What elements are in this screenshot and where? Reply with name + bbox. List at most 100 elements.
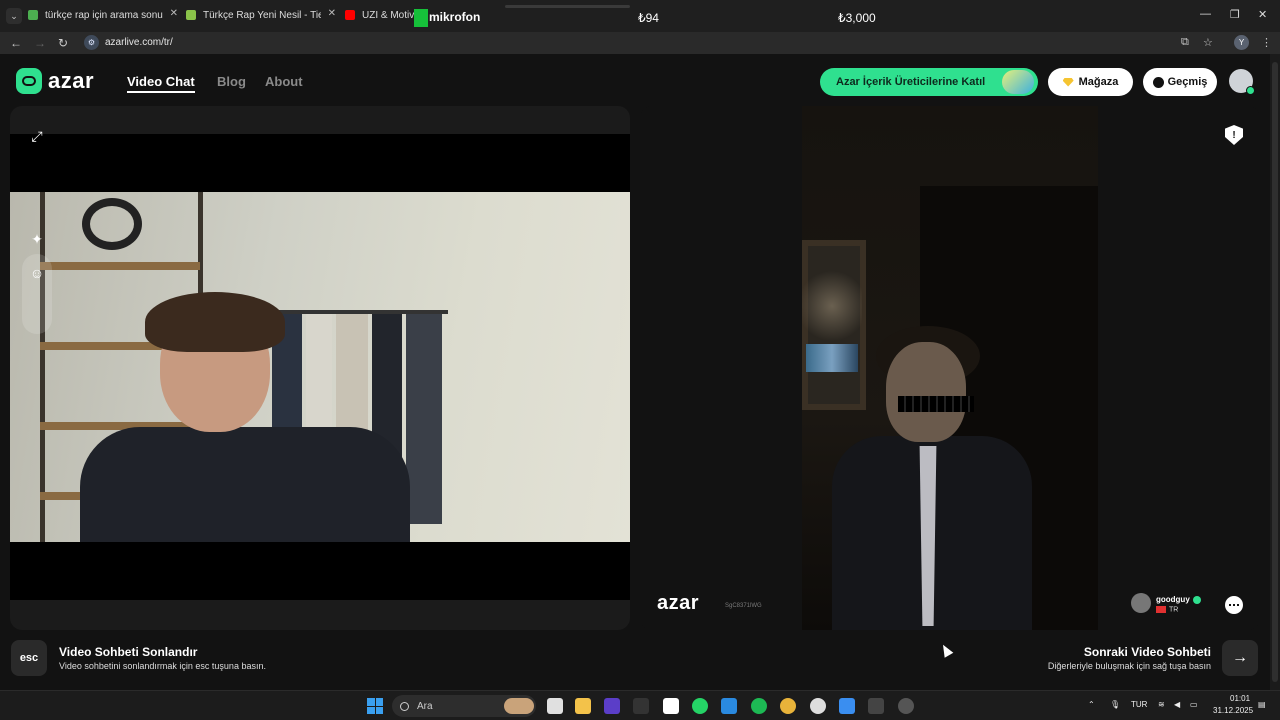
vscode-icon[interactable] (721, 698, 737, 714)
tab-favicon-icon (186, 10, 196, 20)
language-indicator[interactable]: TUR (1131, 700, 1147, 709)
active-tab-indicator (505, 5, 630, 8)
install-app-icon[interactable]: ⧉ (1181, 36, 1189, 49)
taskbar-date[interactable]: 31.12.2025 (1213, 706, 1253, 715)
mic-indicator-icon (414, 9, 428, 27)
chat-bubble-icon[interactable] (1225, 596, 1243, 614)
end-chat-title: Video Sohbeti Sonlandır (59, 645, 198, 659)
history-button[interactable]: Geçmiş (1143, 68, 1217, 96)
nav-blog[interactable]: Blog (217, 74, 246, 89)
browser-tab-1[interactable]: türkçe rap için arama sonuçları ✕ (28, 4, 178, 26)
app-purple-icon[interactable] (604, 698, 620, 714)
apple-tv-icon[interactable] (633, 698, 649, 714)
history-label: Geçmiş (1167, 76, 1208, 88)
browser-tab-bar: ⌄ türkçe rap için arama sonuçları ✕ Türk… (0, 0, 1280, 32)
tab-title: UZI & Motive (362, 9, 420, 21)
store-label: Mağaza (1078, 76, 1119, 88)
chatgpt-icon[interactable] (810, 698, 826, 714)
user-avatar[interactable] (1229, 69, 1255, 95)
spotify-icon[interactable] (751, 698, 767, 714)
nav-about[interactable]: About (265, 74, 303, 89)
chrome-icon[interactable] (780, 698, 796, 714)
close-window-icon[interactable]: ✕ (1258, 8, 1267, 21)
app-settings-icon[interactable] (898, 698, 914, 714)
online-badge (1246, 86, 1255, 95)
monitor-glow (806, 344, 858, 372)
next-chat-description: Diğerleriyle buluşmak için sağ tuşa bası… (1047, 661, 1211, 671)
maximize-icon[interactable]: ❐ (1230, 8, 1240, 21)
mouse-cursor-icon (938, 642, 954, 658)
tab-title: türkçe rap için arama sonuçları (45, 9, 163, 21)
letterbox-top (10, 134, 630, 192)
remote-watermark-logo: azar (657, 592, 700, 614)
todo-check-icon[interactable] (839, 698, 855, 714)
page-scrollbar[interactable] (1270, 54, 1280, 690)
peer-country: TR (1156, 606, 1178, 613)
forward-icon[interactable]: → (34, 36, 46, 50)
mic-label-text: mikrofon (429, 10, 481, 25)
back-icon[interactable]: ← (10, 36, 22, 50)
browser-tab-2[interactable]: Türkçe Rap Yeni Nesil - Tier List ✕ (186, 4, 336, 26)
azar-page: azar Video Chat Blog About Azar İçerik Ü… (0, 54, 1270, 690)
local-video-panel: ⤢ ✦ ☺ (10, 106, 630, 630)
gem-icon (1062, 77, 1074, 87)
task-view-icon[interactable] (547, 698, 563, 714)
peer-avatar[interactable] (1131, 593, 1151, 613)
next-chat-arrow-button[interactable]: → (1222, 640, 1258, 676)
notification-icon[interactable]: ▤ (1258, 700, 1266, 709)
stream-value-left: ₺94 (638, 11, 659, 25)
letterbox-bottom (10, 542, 630, 600)
tab-favicon-icon (28, 10, 38, 20)
file-explorer-icon[interactable] (575, 698, 591, 714)
expand-icon[interactable]: ⤢ (22, 121, 52, 151)
site-info-icon[interactable]: ⚙ (84, 35, 99, 50)
store-button[interactable]: Mağaza (1048, 68, 1133, 96)
tab-close-icon[interactable]: ✕ (328, 8, 336, 19)
wifi-icon[interactable]: ≋ (1158, 700, 1165, 709)
volume-icon[interactable]: ◀ (1174, 700, 1180, 709)
azar-logo[interactable]: azar (16, 68, 94, 94)
tray-chevron-icon[interactable]: ⌃ (1088, 700, 1095, 709)
verified-badge-icon (1192, 595, 1201, 604)
bookmark-star-icon[interactable]: ☆ (1203, 36, 1213, 49)
windows-taskbar: Ara ⌃ 🎙 TUR ≋ ◀ ▭ 01:01 31.12.2025 ▤ (0, 690, 1280, 720)
browser-tab-3[interactable]: UZI & Motive (345, 4, 425, 26)
nav-video-chat[interactable]: Video Chat (127, 74, 195, 93)
remote-person-head (886, 342, 966, 442)
taskbar-search-placeholder: Ara (417, 700, 433, 712)
turkey-flag-icon (1156, 606, 1166, 613)
browser-menu-icon[interactable]: ⋮ (1261, 36, 1272, 49)
windows-start-icon[interactable] (367, 698, 383, 714)
tab-search-icon[interactable]: ⌄ (6, 8, 22, 24)
battery-icon[interactable]: ▭ (1190, 700, 1198, 709)
azar-logo-icon (16, 68, 42, 94)
next-chat-title: Sonraki Video Sohbeti (1083, 645, 1211, 659)
reload-icon[interactable]: ↻ (58, 36, 68, 50)
end-chat-button[interactable]: esc (11, 640, 47, 676)
widgets-food-icon[interactable] (504, 698, 534, 714)
local-camera-feed (10, 192, 630, 542)
local-person-hair (145, 292, 285, 352)
peer-name-text: goodguy (1156, 595, 1190, 604)
clock-icon (1152, 76, 1164, 88)
stream-value-right: ₺3,000 (838, 11, 876, 25)
browser-profile-avatar[interactable]: Y (1234, 35, 1249, 50)
microphone-icon[interactable]: 🎙 (1110, 700, 1120, 709)
app-box-icon[interactable] (868, 698, 884, 714)
url-field[interactable]: azarlive.com/tr/ (105, 37, 173, 48)
session-id: SgC8371lWG (725, 603, 762, 609)
tab-close-icon[interactable]: ✕ (170, 8, 178, 19)
taskbar-time[interactable]: 01:01 (1230, 694, 1250, 703)
sparkle-effects-icon[interactable]: ✦ (22, 224, 52, 254)
remote-camera-feed (802, 106, 1098, 630)
peer-name[interactable]: goodguy (1156, 595, 1201, 604)
whatsapp-icon[interactable] (692, 698, 708, 714)
notion-icon[interactable] (663, 698, 679, 714)
join-creators-button[interactable]: Azar İçerik Üreticilerine Katıl (820, 68, 1038, 96)
report-shield-icon[interactable]: ! (1225, 125, 1243, 145)
address-bar: ← → ↻ ⚙ azarlive.com/tr/ ⧉ ☆ Y ⋮ (0, 32, 1280, 54)
face-filter-icon[interactable]: ☺ (22, 258, 52, 288)
tab-title: Türkçe Rap Yeni Nesil - Tier List (203, 9, 321, 21)
end-chat-description: Video sohbetini sonlandırmak için esc tu… (59, 661, 266, 671)
minimize-icon[interactable]: — (1200, 8, 1211, 20)
